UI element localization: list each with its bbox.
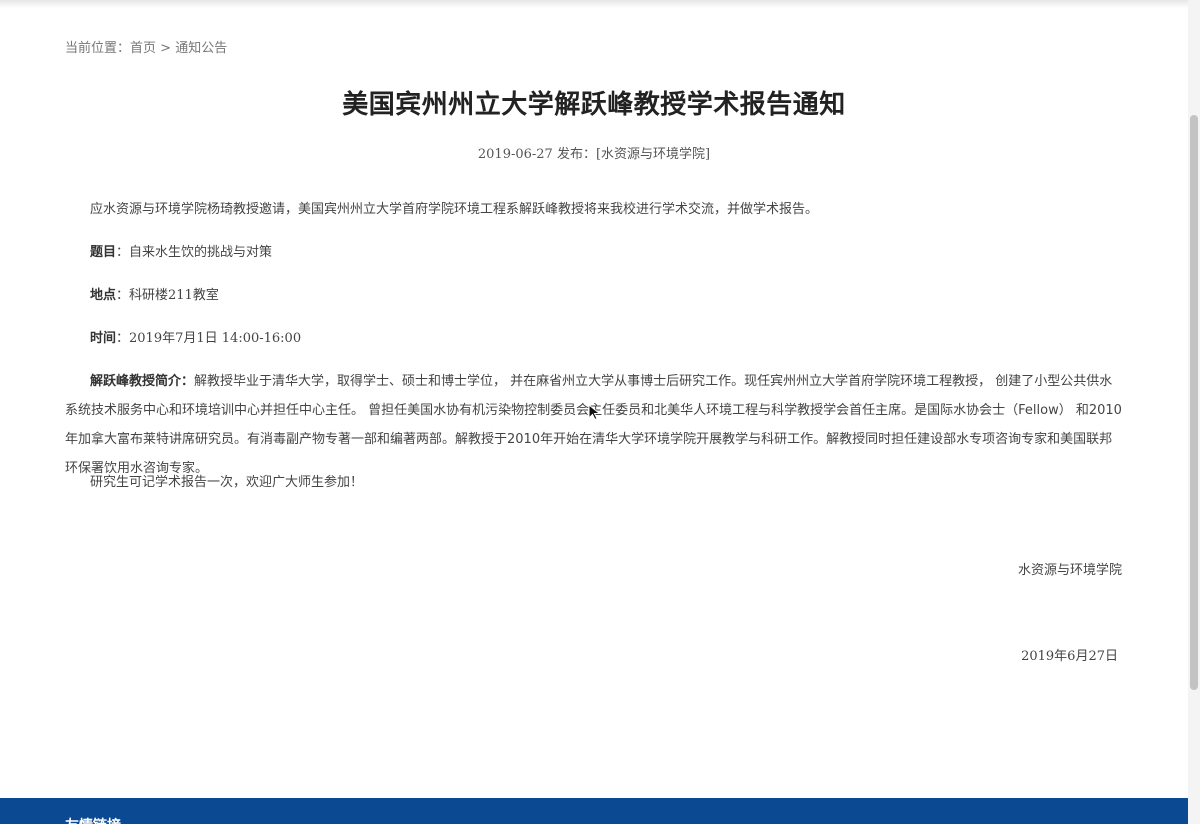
scrollbar-thumb[interactable] [1190, 115, 1198, 690]
vertical-scrollbar[interactable] [1188, 0, 1200, 824]
location-paragraph: 地点：科研楼211教室 [65, 281, 1123, 310]
signature: 水资源与环境学院 [1017, 563, 1122, 578]
bio-text: 解教授毕业于清华大学，取得学士、硕士和博士学位， 并在麻省州立大学从事博士后研究… [65, 374, 1122, 476]
breadcrumb-separator: > [156, 41, 176, 56]
topic-paragraph: 题目：自来水生饮的挑战与对策 [65, 238, 1123, 267]
bio-paragraph: 解跃峰教授简介：解教授毕业于清华大学，取得学士、硕士和博士学位， 并在麻省州立大… [65, 367, 1123, 483]
time-value: ：2019年7月1日 14:00-16:00 [116, 331, 302, 346]
location-label: 地点 [90, 288, 117, 303]
intro-paragraph: 应水资源与环境学院杨琦教授邀请，美国宾州州立大学首府学院环境工程系解跃峰教授将来… [90, 202, 819, 217]
bio-label: 解跃峰教授简介： [90, 374, 195, 389]
time-paragraph: 时间：2019年7月1日 14:00-16:00 [65, 324, 1123, 353]
time-label: 时间 [90, 331, 117, 346]
top-header-shadow [0, 0, 1188, 8]
breadcrumb: 当前位置：首页 > 通知公告 [65, 37, 227, 56]
location-value: ：科研楼211教室 [116, 288, 219, 303]
breadcrumb-home-link[interactable]: 首页 [130, 41, 156, 56]
footer-bar: 友情链接 [0, 798, 1188, 834]
article-title: 美国宾州州立大学解跃峰教授学术报告通知 [342, 90, 846, 120]
article-meta: 2019-06-27 发布：[水资源与环境学院] [477, 147, 711, 162]
topic-value: ：自来水生饮的挑战与对策 [116, 245, 273, 260]
note-paragraph: 研究生可记学术报告一次，欢迎广大师生参加！ [90, 475, 364, 490]
sign-date: 2019年6月27日 [1021, 649, 1118, 664]
breadcrumb-prefix: 当前位置： [65, 41, 131, 56]
footer-links-title: 友情链接 [65, 818, 121, 834]
breadcrumb-current-link[interactable]: 通知公告 [175, 41, 227, 56]
mouse-cursor-icon [588, 404, 601, 420]
topic-label: 题目 [90, 245, 117, 260]
